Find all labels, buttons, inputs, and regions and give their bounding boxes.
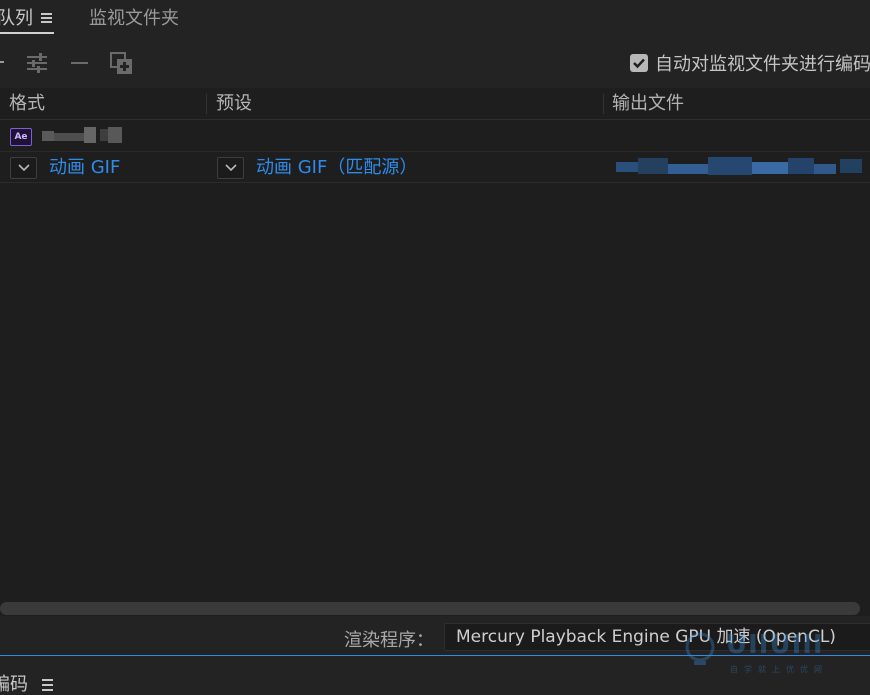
auto-encode-label: 自动对监视文件夹进行编码 [655, 54, 870, 75]
remove-icon[interactable] [70, 52, 90, 72]
chevron-down-icon [225, 164, 237, 172]
watermark-text: UIIUIII [726, 630, 824, 660]
encoding-panel-menu-icon[interactable] [40, 677, 56, 693]
format-dropdown-button[interactable] [10, 157, 37, 179]
tab-encoding[interactable]: 编码 [0, 670, 28, 695]
column-format-header[interactable]: 格式 [9, 92, 45, 116]
lightbulb-icon [685, 632, 715, 665]
chevron-down-icon [18, 164, 30, 172]
column-preset-header[interactable]: 预设 [216, 92, 252, 116]
column-divider[interactable] [603, 94, 604, 114]
column-divider[interactable] [206, 94, 207, 114]
auto-encode-checkbox[interactable] [630, 54, 648, 72]
panel-tab-bar: 队列 监视文件夹 [0, 0, 870, 38]
queue-toolbar: 自动对监视文件夹进行编码 [0, 38, 870, 88]
duplicate-icon[interactable] [110, 52, 134, 76]
queue-output-row[interactable]: 动画 GIF 动画 GIF（匹配源） [0, 151, 870, 183]
preset-link[interactable]: 动画 GIF（匹配源） [256, 155, 417, 181]
format-link[interactable]: 动画 GIF [49, 155, 120, 181]
watermark-subtext: 自学就上优优网 [730, 665, 828, 674]
watermark-logo: UIIUIII 自学就上优优网 [676, 624, 866, 680]
tab-queue[interactable]: 队列 [0, 6, 33, 32]
queue-panel-menu-icon[interactable] [39, 8, 55, 28]
add-source-icon[interactable] [0, 52, 6, 72]
settings-sliders-icon[interactable] [26, 52, 48, 74]
tab-watch-folders[interactable]: 监视文件夹 [89, 6, 179, 32]
checkmark-icon [633, 58, 645, 69]
horizontal-scrollbar[interactable] [0, 602, 860, 615]
column-output-header[interactable]: 输出文件 [612, 92, 684, 116]
active-tab-indicator [0, 32, 54, 34]
preset-dropdown-button[interactable] [217, 157, 244, 179]
queue-source-row[interactable]: Ae [0, 120, 870, 150]
after-effects-icon: Ae [10, 128, 32, 146]
column-header-row: 格式 预设 输出文件 [0, 88, 870, 120]
renderer-label: 渲染程序： [344, 630, 434, 651]
queue-list-panel: 格式 预设 输出文件 Ae 动画 GIF 动画 GIF（匹配源） [0, 88, 870, 616]
